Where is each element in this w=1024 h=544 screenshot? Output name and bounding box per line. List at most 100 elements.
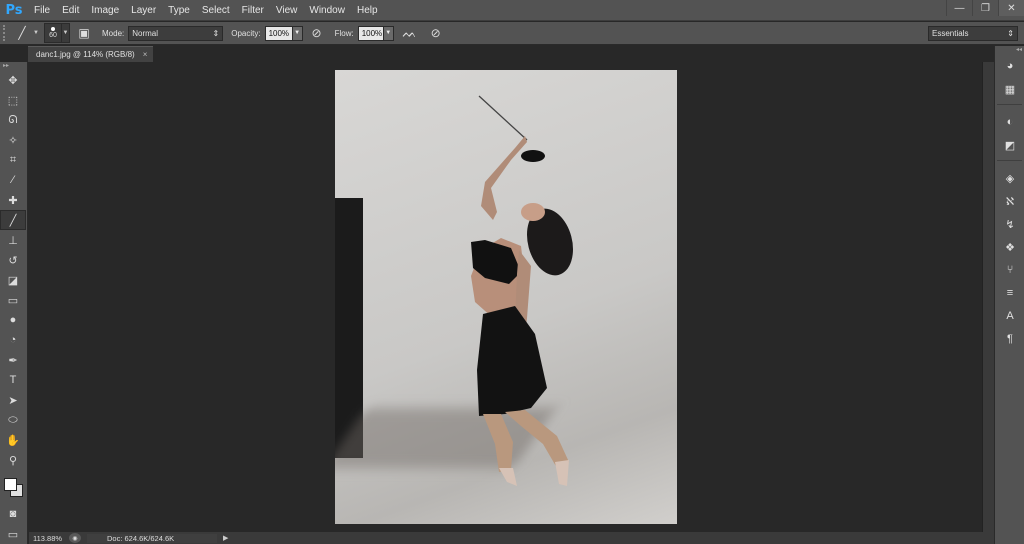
- shape-tool[interactable]: ⬭: [0, 410, 26, 430]
- brush-tool[interactable]: ╱: [0, 210, 26, 230]
- brush-presets-icon: ⑂: [1006, 264, 1014, 276]
- quick-mask-button[interactable]: ◙: [0, 504, 26, 524]
- menu-layer[interactable]: Layer: [125, 0, 162, 21]
- menu-select[interactable]: Select: [196, 0, 236, 21]
- window-controls: — ❐ ✕: [946, 0, 1024, 16]
- tools-collapse-icon[interactable]: ▸▸: [0, 62, 27, 70]
- pressure-opacity-icon[interactable]: ⊘: [307, 24, 327, 42]
- lasso-tool[interactable]: ᘏ: [0, 110, 26, 130]
- document-size-info: Doc: 624.6K/624.6K: [87, 533, 217, 543]
- opacity-slider-toggle[interactable]: ▼: [292, 25, 303, 41]
- pen-tool[interactable]: ✒: [0, 350, 26, 370]
- history-brush-icon: ↺: [8, 254, 18, 267]
- menu-help[interactable]: Help: [351, 0, 384, 21]
- restore-button[interactable]: ❐: [972, 0, 998, 16]
- tool-preset-dropdown[interactable]: ▼: [32, 23, 40, 43]
- blur-tool[interactable]: ●: [0, 310, 26, 330]
- menu-file[interactable]: File: [28, 0, 56, 21]
- magnifier-icon: ⚲: [8, 454, 18, 467]
- healing-brush-tool[interactable]: ✚: [0, 190, 26, 210]
- properties-panel-button[interactable]: ≡: [997, 282, 1023, 304]
- vertical-scrollbar[interactable]: [982, 62, 994, 532]
- brush-tool-preset-icon[interactable]: ╱: [12, 24, 32, 42]
- layers-panel-button[interactable]: ◈: [997, 167, 1023, 189]
- channels-panel-button[interactable]: ℵ: [997, 190, 1023, 212]
- move-tool[interactable]: ✥: [0, 70, 26, 90]
- lasso-icon: ᘏ: [8, 113, 18, 126]
- eyedropper-tool[interactable]: ⁄: [0, 170, 26, 190]
- zoom-tool[interactable]: ⚲: [0, 450, 26, 470]
- flow-field[interactable]: 100%: [357, 25, 384, 41]
- pressure-size-icon[interactable]: ⊘: [426, 24, 446, 42]
- path-select-tool[interactable]: ➤: [0, 390, 26, 410]
- options-grip[interactable]: [3, 25, 9, 41]
- paragraph-panel-button[interactable]: ¶: [997, 328, 1023, 350]
- mode-value: Normal: [132, 28, 159, 38]
- color-panel-button[interactable]: ◕: [997, 55, 1023, 77]
- foreground-color-swatch[interactable]: [4, 478, 17, 491]
- panel-separator: [997, 104, 1022, 107]
- screen-mode-button[interactable]: ▭: [0, 524, 26, 544]
- crop-tool[interactable]: ⌗: [0, 150, 26, 170]
- actions-icon: ❖: [1005, 241, 1015, 254]
- marquee-tool[interactable]: ⬚: [0, 90, 26, 110]
- type-tool[interactable]: T: [0, 370, 26, 390]
- brush-preset-picker[interactable]: 60: [44, 23, 62, 43]
- menu-view[interactable]: View: [270, 0, 304, 21]
- menu-type[interactable]: Type: [162, 0, 196, 21]
- flow-slider-toggle[interactable]: ▼: [383, 25, 394, 41]
- pen-icon: ✒: [8, 354, 18, 367]
- brush-panel-button[interactable]: ⑂: [997, 259, 1023, 281]
- document-tab[interactable]: danc1.jpg @ 114% (RGB/8) ×: [28, 46, 154, 62]
- dodge-tool[interactable]: ◔: [0, 330, 26, 350]
- brush-size-value: 60: [49, 32, 57, 39]
- updown-icon: ⇕: [1007, 28, 1014, 38]
- quick-select-tool[interactable]: ✧: [0, 130, 26, 150]
- mode-select[interactable]: Normal ⇕: [128, 25, 224, 41]
- styles-panel-button[interactable]: ◩: [997, 134, 1023, 156]
- styles-icon: ◩: [1004, 139, 1016, 152]
- swatches-panel-button[interactable]: ▦: [997, 78, 1023, 100]
- status-bar: 113.88% ◉ Doc: 624.6K/624.6K ▶: [29, 532, 994, 544]
- gradient-tool[interactable]: ▭: [0, 290, 26, 310]
- status-menu-arrow[interactable]: ▶: [223, 534, 228, 542]
- zoom-level-field[interactable]: 113.88%: [29, 534, 69, 543]
- opacity-field[interactable]: 100%: [264, 25, 293, 41]
- brush-tip-icon: [51, 27, 55, 31]
- history-brush-tool[interactable]: ↺: [0, 250, 26, 270]
- dock-collapse-icon[interactable]: ◂◂: [995, 46, 1024, 54]
- opacity-label: Opacity:: [231, 28, 261, 38]
- layers-icon: ◈: [1005, 172, 1015, 185]
- airbrush-icon[interactable]: ᨓ: [400, 24, 420, 42]
- panel-separator: [997, 160, 1022, 163]
- adjustments-icon: ◐: [1006, 116, 1014, 128]
- menu-image[interactable]: Image: [85, 0, 125, 21]
- actions-panel-button[interactable]: ❖: [997, 236, 1023, 258]
- menu-window[interactable]: Window: [303, 0, 351, 21]
- canvas-area[interactable]: [29, 62, 994, 532]
- gradient-icon: ▭: [7, 294, 19, 307]
- hand-tool[interactable]: ✋: [0, 430, 26, 450]
- properties-icon: ≡: [1006, 287, 1014, 299]
- close-tab-icon[interactable]: ×: [143, 50, 148, 59]
- channels-icon: ℵ: [1005, 195, 1015, 208]
- panel-dock: ◂◂ ◕ ▦ ◐ ◩ ◈ ℵ ↯ ❖ ⑂ ≡ A ¶: [994, 46, 1024, 544]
- minimize-button[interactable]: —: [946, 0, 972, 16]
- flow-label: Flow:: [334, 28, 354, 38]
- adjustments-panel-button[interactable]: ◐: [997, 111, 1023, 133]
- eraser-icon: ◪: [7, 274, 19, 287]
- eraser-tool[interactable]: ◪: [0, 270, 26, 290]
- status-info-icon[interactable]: ◉: [69, 533, 81, 543]
- document-image[interactable]: [335, 70, 677, 524]
- clone-stamp-tool[interactable]: ⊥: [0, 230, 26, 250]
- brush-panel-toggle-icon[interactable]: ▣: [74, 24, 94, 42]
- close-button[interactable]: ✕: [998, 0, 1024, 16]
- workspace-select[interactable]: Essentials ⇕: [928, 25, 1018, 41]
- move-icon: ✥: [8, 74, 18, 87]
- character-panel-button[interactable]: A: [997, 305, 1023, 327]
- brush-picker-dropdown[interactable]: ▼: [62, 23, 70, 43]
- color-swatches: [0, 474, 26, 500]
- menu-edit[interactable]: Edit: [56, 0, 85, 21]
- menu-filter[interactable]: Filter: [236, 0, 270, 21]
- history-panel-button[interactable]: ↯: [997, 213, 1023, 235]
